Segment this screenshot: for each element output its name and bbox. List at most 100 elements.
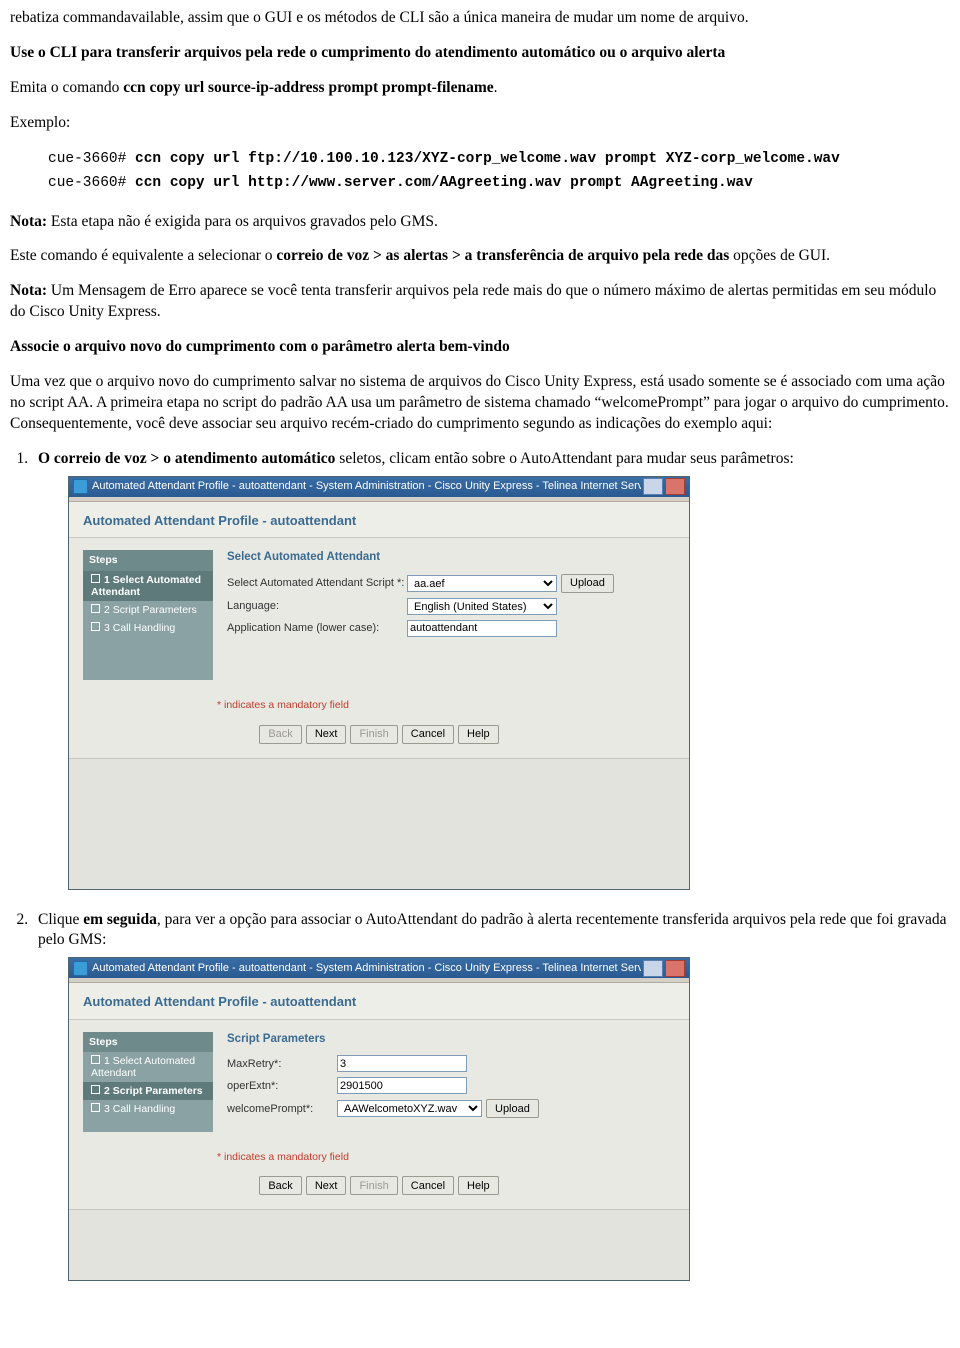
checkbox-icon xyxy=(91,622,100,631)
steps-sidebar: Steps 1 Select Automated Attendant 2 Scr… xyxy=(83,550,213,680)
checkbox-icon xyxy=(91,574,100,583)
step-label: 2 Script Parameters xyxy=(104,604,197,616)
text: . xyxy=(494,79,498,96)
text: Clique xyxy=(38,911,83,928)
back-button[interactable]: Back xyxy=(259,1176,301,1195)
note-text: Esta etapa não é exigida para os arquivo… xyxy=(47,213,438,230)
titlebar: Automated Attendant Profile - autoattend… xyxy=(69,958,689,978)
prompt: cue-3660# xyxy=(48,175,135,191)
form-area: Select Automated Attendant Select Automa… xyxy=(227,550,675,680)
step-3[interactable]: 3 Call Handling xyxy=(83,1100,213,1118)
form-area: Script Parameters MaxRetry*: operExtn*: … xyxy=(227,1032,675,1132)
back-button: Back xyxy=(259,725,301,744)
text: , para ver a opção para associar o AutoA… xyxy=(38,911,947,949)
minimize-icon[interactable] xyxy=(643,960,663,977)
paragraph: Uma vez que o arquivo novo do cumpriment… xyxy=(10,372,950,435)
cancel-button[interactable]: Cancel xyxy=(402,725,454,744)
screenshot-window: Automated Attendant Profile - autoattend… xyxy=(68,957,690,1281)
note: Nota: Esta etapa não é exigida para os a… xyxy=(10,212,950,233)
heading: Use o CLI para transferir arquivos pela … xyxy=(10,43,950,64)
field-label: Select Automated Attendant Script *: xyxy=(227,576,407,591)
checkbox-icon xyxy=(91,1085,100,1094)
help-button[interactable]: Help xyxy=(458,1176,499,1195)
text: seletos, clicam então sobre o AutoAttend… xyxy=(335,450,793,467)
field-label: operExtn*: xyxy=(227,1079,337,1094)
upload-button[interactable]: Upload xyxy=(561,574,614,593)
step-label: 2 Script Parameters xyxy=(104,1085,203,1097)
paragraph: Exemplo: xyxy=(10,113,950,134)
text: Emita o comando xyxy=(10,79,123,96)
list-item: O correio de voz > o atendimento automát… xyxy=(32,449,950,890)
maxretry-input[interactable] xyxy=(337,1055,467,1072)
button-row: Back Next Finish Cancel Help xyxy=(69,725,689,758)
ie-icon xyxy=(73,479,88,494)
step-1[interactable]: 1 Select Automated Attendant xyxy=(83,1052,213,1082)
page-title: Automated Attendant Profile - autoattend… xyxy=(69,983,689,1020)
close-icon[interactable] xyxy=(665,960,685,977)
command-text: ccn copy url source-ip-address prompt pr… xyxy=(123,79,493,96)
command: ccn copy url ftp://10.100.10.123/XYZ-cor… xyxy=(135,151,840,167)
mandatory-note: * indicates a mandatory field xyxy=(69,688,689,724)
menu-path: correio de voz > as alertas > a transfer… xyxy=(276,247,729,264)
heading: Associe o arquivo novo do cumprimento co… xyxy=(10,337,950,358)
checkbox-icon xyxy=(91,604,100,613)
titlebar: Automated Attendant Profile - autoattend… xyxy=(69,477,689,497)
step-label: 3 Call Handling xyxy=(104,622,175,634)
cancel-button[interactable]: Cancel xyxy=(402,1176,454,1195)
script-select[interactable]: aa.aef xyxy=(407,575,557,592)
field-label: Application Name (lower case): xyxy=(227,621,407,636)
form-title: Select Automated Attendant xyxy=(227,550,675,566)
step-label: 1 Select Automated Attendant xyxy=(91,1055,195,1079)
finish-button: Finish xyxy=(350,725,397,744)
step-1[interactable]: 1 Select Automated Attendant xyxy=(83,571,213,601)
checkbox-icon xyxy=(91,1103,100,1112)
window-title: Automated Attendant Profile - autoattend… xyxy=(92,479,641,494)
step-2[interactable]: 2 Script Parameters xyxy=(83,1082,213,1100)
form-title: Script Parameters xyxy=(227,1032,675,1048)
command: ccn copy url http://www.server.com/AAgre… xyxy=(135,175,753,191)
statusbar xyxy=(69,1209,689,1280)
steps-header: Steps xyxy=(83,550,213,570)
step-label: 1 Select Automated Attendant xyxy=(91,574,201,598)
list-item: Clique em seguida, para ver a opção para… xyxy=(32,910,950,1282)
steps-header: Steps xyxy=(83,1032,213,1052)
statusbar xyxy=(69,758,689,889)
steps-sidebar: Steps 1 Select Automated Attendant 2 Scr… xyxy=(83,1032,213,1132)
step-label: 3 Call Handling xyxy=(104,1103,175,1115)
language-select[interactable]: English (United States) xyxy=(407,598,557,615)
checkbox-icon xyxy=(91,1055,100,1064)
note-label: Nota: xyxy=(10,213,47,230)
field-label: welcomePrompt*: xyxy=(227,1102,337,1117)
paragraph: rebatiza commandavailable, assim que o G… xyxy=(10,8,950,29)
close-icon[interactable] xyxy=(665,478,685,495)
action-text: em seguida xyxy=(83,911,157,928)
field-label: MaxRetry*: xyxy=(227,1057,337,1072)
paragraph: Este comando é equivalente a selecionar … xyxy=(10,246,950,267)
mandatory-note: * indicates a mandatory field xyxy=(69,1140,689,1176)
prompt: cue-3660# xyxy=(48,151,135,167)
operextn-input[interactable] xyxy=(337,1077,467,1094)
text: opções de GUI. xyxy=(729,247,830,264)
page-title: Automated Attendant Profile - autoattend… xyxy=(69,502,689,539)
step-2[interactable]: 2 Script Parameters xyxy=(83,601,213,619)
field-label: Language: xyxy=(227,599,407,614)
note: Nota: Um Mensagem de Erro aparece se voc… xyxy=(10,281,950,323)
note-label: Nota: xyxy=(10,282,47,299)
step-3[interactable]: 3 Call Handling xyxy=(83,619,213,637)
minimize-icon[interactable] xyxy=(643,478,663,495)
paragraph: Emita o comando ccn copy url source-ip-a… xyxy=(10,78,950,99)
upload-button[interactable]: Upload xyxy=(486,1099,539,1118)
help-button[interactable]: Help xyxy=(458,725,499,744)
window-title: Automated Attendant Profile - autoattend… xyxy=(92,961,641,976)
appname-input[interactable] xyxy=(407,620,557,637)
menu-path: O correio de voz > o atendimento automát… xyxy=(38,450,335,467)
next-button[interactable]: Next xyxy=(306,725,347,744)
ie-icon xyxy=(73,961,88,976)
screenshot-window: Automated Attendant Profile - autoattend… xyxy=(68,476,690,890)
button-row: Back Next Finish Cancel Help xyxy=(69,1176,689,1209)
note-text: Um Mensagem de Erro aparece se você tent… xyxy=(10,282,936,320)
next-button[interactable]: Next xyxy=(306,1176,347,1195)
code-block: cue-3660# ccn copy url ftp://10.100.10.1… xyxy=(48,148,950,196)
welcomeprompt-select[interactable]: AAWelcometoXYZ.wav xyxy=(337,1100,482,1117)
text: Este comando é equivalente a selecionar … xyxy=(10,247,276,264)
